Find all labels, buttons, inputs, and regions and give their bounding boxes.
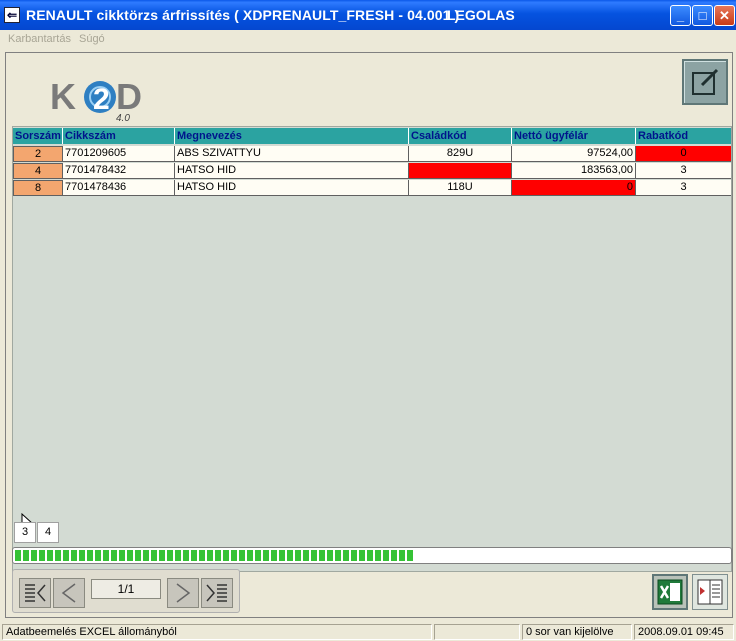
cell-cikkszam[interactable]: 7701478432: [63, 163, 175, 179]
data-grid[interactable]: Sorszám Cikkszám Megnevezés Családkód Ne…: [12, 126, 732, 572]
next-page-button[interactable]: [167, 578, 199, 608]
maximize-button[interactable]: □: [692, 5, 713, 26]
progress-bar: [12, 547, 732, 564]
cell-rabatkod[interactable]: 0: [636, 146, 731, 162]
table-row[interactable]: 8 7701478436 HATSO HID 118U 0 3: [13, 180, 731, 196]
cell-netto[interactable]: 0: [512, 180, 636, 196]
k2d-logo: K 2 D 4.0: [50, 76, 142, 123]
cell-sorszam: 2: [13, 146, 63, 162]
col-cikkszam[interactable]: Cikkszám: [63, 128, 175, 144]
col-netto[interactable]: Nettó ügyfélár: [512, 128, 636, 144]
table-row[interactable]: 2 7701209605 ABS SZIVATTYU 829U 97524,00…: [13, 146, 731, 162]
cell-sorszam: 4: [13, 163, 63, 179]
logo-k: K: [50, 76, 76, 117]
cell-megnevezes[interactable]: ABS SZIVATTYU: [175, 146, 409, 162]
menu-karbantartas[interactable]: Karbantartás: [8, 33, 71, 45]
grid-header: Sorszám Cikkszám Megnevezés Családkód Ne…: [13, 128, 731, 144]
cell-csaladkod[interactable]: 829U: [409, 146, 512, 162]
status-selection: 0 sor van kijelölve: [522, 624, 632, 640]
excel-export-button[interactable]: [652, 574, 688, 610]
cell-csaladkod[interactable]: 118U: [409, 180, 512, 196]
last-page-icon: [206, 584, 227, 602]
window-user: LEGOLAS: [447, 7, 515, 23]
main-panel: K 2 D 4.0 Sorszám Cikkszám Megnevezés Cs…: [5, 52, 733, 618]
cell-rabatkod[interactable]: 3: [636, 180, 731, 196]
page-tab-3[interactable]: 3: [14, 522, 36, 543]
next-page-icon: [176, 583, 191, 603]
window-title: RENAULT cikktörzs árfrissítés ( XDPRENAU…: [26, 7, 460, 23]
app-icon[interactable]: ⇐: [4, 7, 20, 23]
excel-icon: [657, 579, 683, 605]
cell-cikkszam[interactable]: 7701209605: [63, 146, 175, 162]
cell-rabatkod[interactable]: 3: [636, 163, 731, 179]
logo-d: D: [116, 76, 142, 117]
edit-button[interactable]: [682, 59, 728, 105]
record-navigator: 1/1: [12, 569, 240, 613]
first-page-button[interactable]: [19, 578, 51, 608]
logo-version: 4.0: [116, 113, 130, 123]
report-button[interactable]: [692, 574, 728, 610]
col-rabatkod[interactable]: Rabatkód: [636, 128, 731, 144]
col-csaladkod[interactable]: Családkód: [409, 128, 512, 144]
page-tab-4[interactable]: 4: [37, 522, 59, 543]
menu-bar: Karbantartás Súgó: [0, 30, 736, 48]
status-bar: Adatbeemelés EXCEL állományból 0 sor van…: [0, 622, 736, 641]
status-datetime: 2008.09.01 09:45: [634, 624, 734, 640]
edit-icon: [692, 68, 719, 95]
first-page-icon: [25, 584, 46, 602]
page-indicator: 1/1: [91, 579, 161, 599]
cell-cikkszam[interactable]: 7701478436: [63, 180, 175, 196]
report-icon: [697, 579, 723, 605]
prev-page-icon: [61, 583, 76, 603]
col-sorszam[interactable]: Sorszám: [13, 128, 63, 144]
prev-page-button[interactable]: [53, 578, 85, 608]
title-bar: ⇐ RENAULT cikktörzs árfrissítés ( XDPREN…: [0, 0, 736, 30]
cell-csaladkod[interactable]: [409, 163, 512, 179]
cell-netto[interactable]: 183563,00: [512, 163, 636, 179]
table-row[interactable]: 4 7701478432 HATSO HID 183563,00 3: [13, 163, 731, 179]
close-button[interactable]: ✕: [714, 5, 735, 26]
minimize-button[interactable]: _: [670, 5, 691, 26]
cell-megnevezes[interactable]: HATSO HID: [175, 180, 409, 196]
cell-sorszam: 8: [13, 180, 63, 196]
progress-fill: [15, 550, 415, 561]
cell-netto[interactable]: 97524,00: [512, 146, 636, 162]
status-message: Adatbeemelés EXCEL állományból: [2, 624, 432, 640]
menu-sugo[interactable]: Súgó: [79, 33, 105, 45]
status-blank: [434, 624, 520, 640]
last-page-button[interactable]: [201, 578, 233, 608]
col-megnevezes[interactable]: Megnevezés: [175, 128, 409, 144]
logo-2: 2: [93, 83, 110, 116]
cell-megnevezes[interactable]: HATSO HID: [175, 163, 409, 179]
